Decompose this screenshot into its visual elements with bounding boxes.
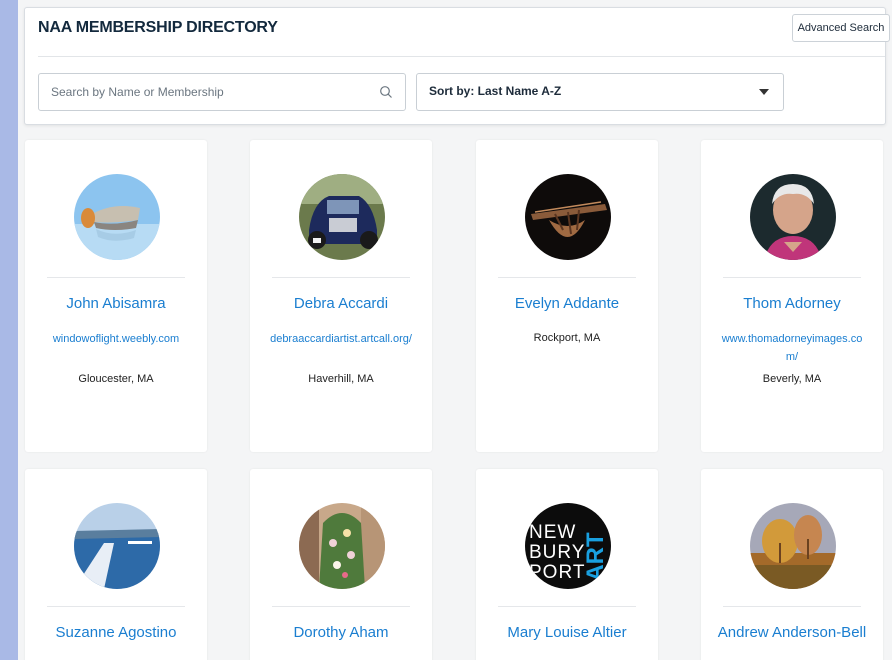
member-avatar [299,503,385,589]
member-name[interactable]: John Abisamra [31,294,201,314]
search-icon[interactable] [379,85,393,99]
member-name[interactable]: Andrew Anderson-Bell [707,623,877,643]
advanced-search-button[interactable]: Advanced Search [792,14,890,42]
member-name[interactable]: Evelyn Addante [482,294,652,314]
directory-header: NAA MEMBERSHIP DIRECTORY Advanced Search… [24,7,890,125]
card-divider [272,606,410,607]
art-vertical-text: ART [582,532,609,582]
member-avatar [750,503,836,589]
member-website-link[interactable]: debraaccardiartist.artcall.org/ [270,330,412,348]
member-card[interactable]: Dorothy Aham [250,469,432,660]
member-location: Gloucester, MA [78,373,154,385]
directory-page: NAA MEMBERSHIP DIRECTORY Advanced Search… [18,0,892,660]
card-divider [723,606,861,607]
member-card[interactable]: NEW BURY PORT ART Mary Louise Altier [476,469,658,660]
member-avatar [74,174,160,260]
member-card[interactable]: Suzanne Agostino [25,469,207,660]
member-avatar [750,174,836,260]
member-card[interactable]: Evelyn Addante Rockport, MA [476,140,658,452]
search-placeholder: Search by Name or Membership [51,85,224,99]
page-title: NAA MEMBERSHIP DIRECTORY [38,19,278,36]
member-location: Rockport, MA [533,332,601,344]
member-location: Beverly, MA [762,373,822,385]
search-input[interactable]: Search by Name or Membership [38,73,406,111]
card-divider [47,606,185,607]
member-name[interactable]: Suzanne Agostino [31,623,201,643]
header-divider [38,56,885,57]
card-divider [498,277,636,278]
newburyport-art-logo: NEW BURY PORT [529,522,586,583]
member-avatar [525,174,611,260]
member-name[interactable]: Mary Louise Altier [482,623,652,643]
member-website-link[interactable]: windowoflight.weebly.com [45,330,187,348]
sort-select[interactable]: Sort by: Last Name A-Z [416,73,784,111]
chevron-down-icon[interactable] [759,89,769,95]
member-avatar: NEW BURY PORT ART [525,503,611,589]
card-divider [272,277,410,278]
member-card[interactable]: John Abisamra windowoflight.weebly.com G… [25,140,207,452]
member-avatar [299,174,385,260]
member-website-link[interactable]: www.thomadorneyimages.com/ [721,330,863,366]
member-card[interactable]: Debra Accardi debraaccardiartist.artcall… [250,140,432,452]
member-name[interactable]: Dorothy Aham [256,623,426,643]
card-divider [47,277,185,278]
sort-label: Sort by: Last Name A-Z [429,84,562,98]
member-avatar [74,503,160,589]
member-card[interactable]: Thom Adorney www.thomadorneyimages.com/ … [701,140,883,452]
member-name[interactable]: Thom Adorney [707,294,877,314]
card-divider [723,277,861,278]
member-name[interactable]: Debra Accardi [256,294,426,314]
member-card[interactable]: Andrew Anderson-Bell [701,469,883,660]
card-divider [498,606,636,607]
member-location: Haverhill, MA [308,373,374,385]
